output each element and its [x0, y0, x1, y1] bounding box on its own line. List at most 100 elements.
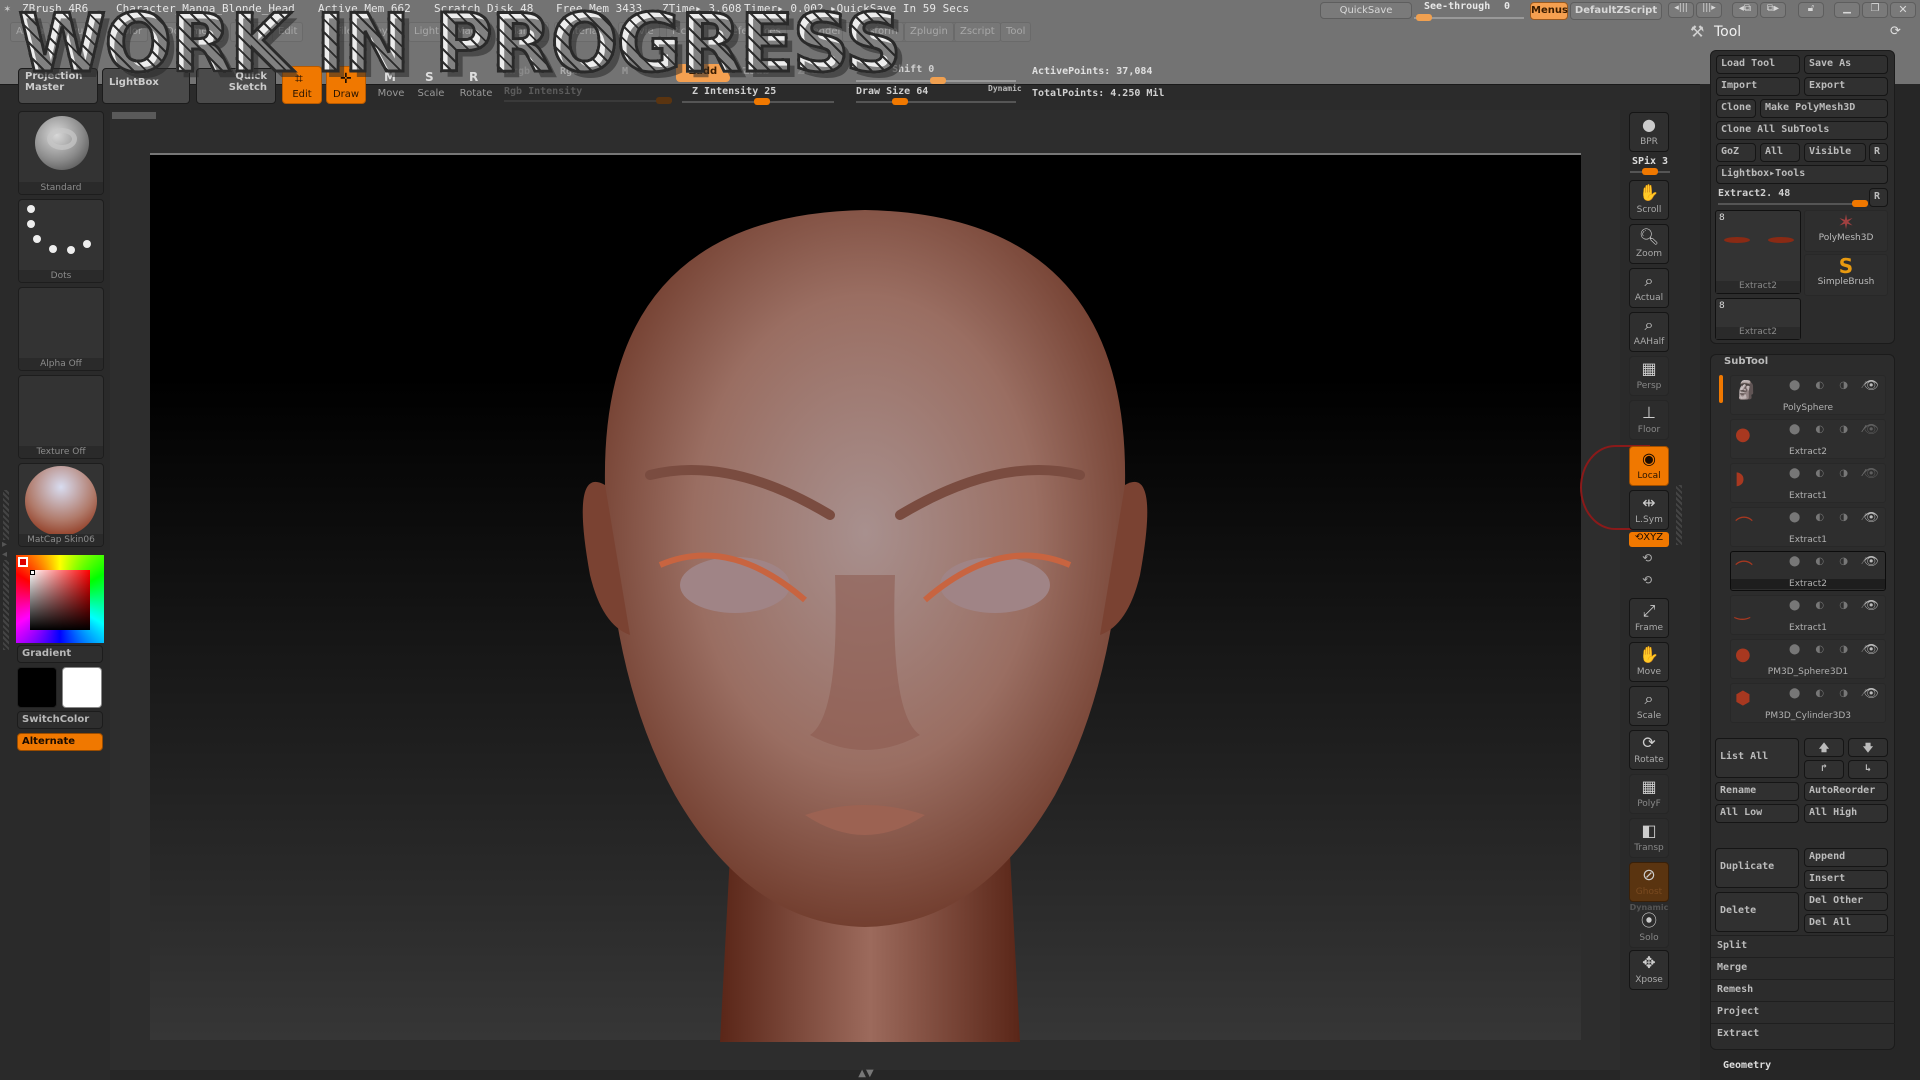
- visibility-eye-icon[interactable]: 👁︎: [1864, 378, 1879, 392]
- m-button[interactable]: M: [622, 66, 628, 77]
- tray-left-icon[interactable]: ◂⧉: [1732, 2, 1758, 18]
- load-tool-button[interactable]: Load Tool: [1716, 55, 1800, 74]
- scale-button[interactable]: ⌕ Scale: [1629, 686, 1669, 726]
- scroll-right-icon[interactable]: |||▸: [1696, 2, 1722, 18]
- goz-button[interactable]: GoZ: [1716, 143, 1756, 162]
- local-button[interactable]: ◉ Local: [1629, 446, 1669, 486]
- menu-color[interactable]: Color: [110, 22, 149, 42]
- rgb-button[interactable]: Rgb: [560, 66, 578, 77]
- duplicate-button[interactable]: Duplicate: [1715, 848, 1799, 888]
- transp-button[interactable]: ◧ Transp: [1629, 818, 1669, 858]
- auto-reorder-button[interactable]: AutoReorder: [1804, 782, 1888, 801]
- subtool-item[interactable]: ● ⬤ ◐ ◑ ⁄ 👁︎ Extract2: [1730, 419, 1886, 459]
- dynamic-toggle[interactable]: Dynamic: [988, 84, 1022, 93]
- left-tray-toggle-icon[interactable]: ▸ ◂: [2, 540, 7, 560]
- rotate-button[interactable]: R Rotate: [454, 66, 498, 104]
- document-scrollbar[interactable]: [112, 112, 156, 119]
- project-section[interactable]: Project: [1711, 1001, 1895, 1023]
- rotate-y-icon[interactable]: ⟲: [1642, 551, 1652, 565]
- tool-thumb-polymesh3d[interactable]: ✶ PolyMesh3D: [1804, 210, 1888, 252]
- color-picker-sv-square[interactable]: [30, 570, 90, 630]
- append-button[interactable]: Append: [1804, 848, 1888, 867]
- menu-macro[interactable]: Macro: [450, 22, 493, 42]
- lsym-button[interactable]: ⇹ L.Sym: [1629, 490, 1669, 530]
- zcut-button[interactable]: Zcut: [786, 64, 834, 82]
- menu-zscript[interactable]: Zscript: [954, 22, 1001, 42]
- subtool-toggles[interactable]: ⬤ ◐ ◑ ⁄: [1789, 688, 1871, 699]
- focal-shift-slider[interactable]: [856, 77, 1016, 84]
- menu-edit[interactable]: Edit: [272, 22, 304, 42]
- secondary-color-white[interactable]: [62, 667, 102, 708]
- scroll-button[interactable]: ✋ Scroll: [1629, 180, 1669, 220]
- subtool-toggles[interactable]: ⬤ ◐ ◑ ⁄: [1789, 424, 1871, 435]
- scale-button[interactable]: S Scale: [412, 66, 450, 104]
- goz-r-button[interactable]: R: [1869, 143, 1888, 162]
- solo-button[interactable]: ⦿ Solo: [1629, 908, 1669, 948]
- goz-all-button[interactable]: All: [1760, 143, 1800, 162]
- menu-brush[interactable]: Brush: [60, 22, 101, 42]
- z-intensity-slider[interactable]: [682, 98, 834, 105]
- extract-section[interactable]: Extract: [1711, 1023, 1895, 1045]
- del-other-button[interactable]: Del Other: [1804, 892, 1888, 911]
- menu-alpha[interactable]: Alpha: [10, 22, 51, 42]
- menu-document[interactable]: Document: [160, 22, 224, 42]
- lightbox-button[interactable]: LightBox: [102, 68, 190, 104]
- tool-panel-title[interactable]: Tool: [1714, 24, 1741, 40]
- right-tray-scrollbar[interactable]: [1676, 485, 1682, 545]
- zsub-button[interactable]: Zsub: [732, 64, 780, 82]
- all-high-button[interactable]: All High: [1804, 804, 1888, 823]
- subtool-item[interactable]: ‿ ⬤ ◐ ◑ ⁄ 👁︎ Extract1: [1730, 595, 1886, 635]
- bpr-button[interactable]: ● BPR: [1629, 112, 1669, 152]
- draw-size-slider[interactable]: [856, 98, 1016, 105]
- zoom-button[interactable]: 🔍︎ Zoom: [1629, 224, 1669, 264]
- menu-transform[interactable]: Transform: [842, 22, 904, 42]
- menu-layer[interactable]: Layer: [364, 22, 404, 42]
- split-section[interactable]: Split: [1711, 935, 1895, 957]
- texture-selector[interactable]: Texture Off: [18, 375, 104, 459]
- quicksave-button[interactable]: QuickSave: [1320, 2, 1412, 19]
- subtool-title[interactable]: SubTool: [1724, 356, 1768, 367]
- subtool-toggles[interactable]: ⬤ ◐ ◑ ⁄: [1789, 380, 1871, 391]
- persp-button[interactable]: ▦ Persp: [1629, 356, 1669, 396]
- visibility-eye-icon[interactable]: 👁︎: [1864, 422, 1879, 436]
- move-to-top-icon[interactable]: ↱: [1804, 760, 1844, 779]
- subtool-toggles[interactable]: ⬤ ◐ ◑ ⁄: [1789, 468, 1871, 479]
- menus-toggle-button[interactable]: Menus: [1530, 2, 1568, 20]
- left-tray-scrollbar[interactable]: [3, 490, 9, 540]
- switch-color-button[interactable]: SwitchColor: [17, 711, 103, 729]
- subtool-toggles[interactable]: ⬤ ◐ ◑ ⁄: [1789, 600, 1871, 611]
- color-picker-hue-ring[interactable]: [16, 555, 104, 643]
- move-button[interactable]: M Move: [372, 66, 410, 104]
- del-all-button[interactable]: Del All: [1804, 914, 1888, 933]
- rotate-z-icon[interactable]: ⟲: [1642, 573, 1652, 587]
- viewport-canvas[interactable]: [150, 153, 1581, 1042]
- merge-section[interactable]: Merge: [1711, 957, 1895, 979]
- visibility-eye-icon[interactable]: 👁︎: [1864, 510, 1879, 524]
- menu-zplugin[interactable]: Zplugin: [904, 22, 954, 42]
- current-tool-r-button[interactable]: R: [1869, 188, 1888, 207]
- menu-file[interactable]: File: [330, 22, 359, 42]
- export-button[interactable]: Export: [1804, 77, 1888, 96]
- scroll-left-icon[interactable]: ◂|||: [1668, 2, 1694, 18]
- visibility-eye-icon[interactable]: 👁︎: [1864, 554, 1879, 568]
- color-picker-cursor[interactable]: [30, 570, 35, 575]
- subtool-toggles[interactable]: ⬤ ◐ ◑ ⁄: [1789, 512, 1871, 523]
- xpose-button[interactable]: ✥ Xpose: [1629, 950, 1669, 990]
- move-down-icon[interactable]: 🡇: [1848, 738, 1888, 757]
- menu-picker[interactable]: Picker: [666, 22, 708, 42]
- visibility-eye-icon[interactable]: 👁︎: [1864, 686, 1879, 700]
- subtool-item[interactable]: ⌒ ⬤ ◐ ◑ ⁄ 👁︎ Extract1: [1730, 507, 1886, 547]
- tool-thumb-extract2-b[interactable]: 8 Extract2: [1715, 298, 1801, 340]
- gradient-button[interactable]: Gradient: [17, 645, 103, 663]
- rotate-button[interactable]: ⟳ Rotate: [1629, 730, 1669, 770]
- save-as-button[interactable]: Save As: [1804, 55, 1888, 74]
- spix-slider[interactable]: [1630, 168, 1670, 175]
- polyf-button[interactable]: ▦ PolyF: [1629, 774, 1669, 814]
- zadd-button[interactable]: Zadd: [676, 64, 730, 82]
- subtool-item[interactable]: ⌒ ⬤ ◐ ◑ ⁄ 👁︎ Extract2: [1730, 551, 1886, 591]
- actual-button[interactable]: ⌕ Actual: [1629, 268, 1669, 308]
- default-zscript-button[interactable]: DefaultZScript: [1570, 2, 1662, 20]
- lock-icon[interactable]: 🔓︎: [1798, 2, 1824, 18]
- tool-thumb-extract2[interactable]: 8 Extract2: [1715, 210, 1801, 294]
- import-button[interactable]: Import: [1716, 77, 1800, 96]
